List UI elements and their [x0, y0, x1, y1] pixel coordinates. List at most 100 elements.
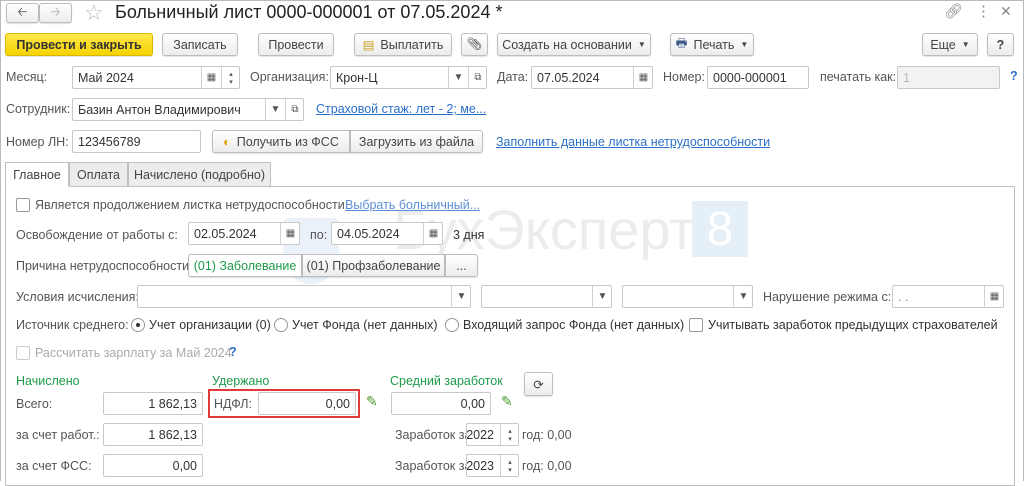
fill-sick-leave-link[interactable]: Заполнить данные листка нетрудоспособнос…	[496, 135, 770, 149]
dropdown-caret-icon: ▼	[740, 40, 749, 49]
insurance-record-link[interactable]: Страховой стаж: лет - 2; ме...	[316, 102, 486, 116]
reason-illness-button[interactable]: (01) Заболевание	[188, 254, 302, 277]
spin-stepper[interactable]: ▴ ▾	[500, 455, 518, 476]
year2-value: 2023	[466, 458, 494, 473]
conditions-field-2[interactable]: ▼	[481, 285, 612, 308]
ndfl-field[interactable]: 0,00	[258, 392, 356, 415]
load-from-file-button[interactable]: Загрузить из файла	[350, 130, 483, 153]
total-label: Всего:	[16, 397, 53, 411]
close-icon[interactable]: ✕	[1000, 3, 1012, 20]
date-to-field[interactable]: 04.05.2024 ▦	[331, 222, 443, 245]
conditions-field-1[interactable]: ▼	[137, 285, 471, 308]
calendar-icon[interactable]: ▦	[633, 67, 652, 88]
post-and-close-button[interactable]: Провести и закрыть	[5, 33, 153, 56]
edit-pencil-icon[interactable]: ✎	[501, 393, 513, 410]
spin-stepper[interactable]: ▴ ▾	[500, 424, 518, 445]
more-button[interactable]: Еще ▼	[922, 33, 978, 56]
fss-field[interactable]: 0,00	[103, 454, 203, 477]
violation-label: Нарушение режима с:	[763, 290, 892, 304]
dropdown-caret-icon[interactable]: ▼	[592, 286, 611, 307]
favorite-star-icon[interactable]: ☆	[84, 0, 104, 26]
org-value: Крон-Ц	[336, 70, 378, 85]
avg-earnings-field[interactable]: 0,00	[391, 392, 491, 415]
conditions-field-3[interactable]: ▼	[622, 285, 753, 308]
calendar-icon[interactable]: ▦	[423, 223, 442, 244]
month-field[interactable]: Май 2024 ▦ ▴ ▾	[72, 66, 240, 89]
open-icon[interactable]: ⧉	[285, 99, 303, 120]
tab-main[interactable]: Главное	[5, 162, 69, 187]
calendar-icon[interactable]: ▦	[984, 286, 1003, 307]
calendar-icon[interactable]: ▦	[280, 223, 299, 244]
year1-field[interactable]: 2022 ▴ ▾	[466, 423, 519, 446]
source-fund-radio[interactable]	[274, 318, 288, 332]
calendar-icon[interactable]: ▦	[201, 67, 221, 88]
year2-field[interactable]: 2023 ▴ ▾	[466, 454, 519, 477]
continuation-checkbox[interactable]	[16, 198, 30, 212]
pay-button[interactable]: ▤ Выплатить	[354, 33, 452, 56]
open-icon[interactable]: ⧉	[468, 67, 486, 88]
dropdown-caret-icon[interactable]: ▼	[733, 286, 752, 307]
date-from-field[interactable]: 02.05.2024 ▦	[188, 222, 300, 245]
back-button[interactable]: 🡠	[6, 3, 39, 23]
edit-pencil-icon[interactable]: ✎	[366, 393, 378, 410]
tab-payment[interactable]: Оплата	[69, 162, 128, 187]
employee-field[interactable]: Базин Антон Владимирович ▼ ⧉	[72, 98, 304, 121]
help-button[interactable]: ?	[987, 33, 1014, 56]
org-field[interactable]: Крон-Ц ▼ ⧉	[330, 66, 487, 89]
choose-sick-leave-link[interactable]: Выбрать больничный...	[345, 198, 480, 212]
attach-button[interactable]: 📎︎	[461, 33, 488, 56]
link-icon[interactable]: 🔗︎	[944, 2, 963, 20]
help-icon[interactable]: ?	[1010, 69, 1018, 83]
reason-more-button[interactable]: ...	[445, 254, 478, 277]
help-icon[interactable]: ?	[229, 345, 237, 359]
employer-label: за счет работ.:	[16, 428, 100, 442]
date-field[interactable]: 07.05.2024 ▦	[531, 66, 653, 89]
create-based-on-button[interactable]: Создать на основании ▼	[497, 33, 651, 56]
ln-label: Номер ЛН:	[6, 135, 69, 149]
print-as-label: печатать как:	[820, 70, 897, 84]
prev-insurers-checkbox[interactable]	[689, 318, 703, 332]
fss-label: за счет ФСС:	[16, 459, 92, 473]
source-org-radio[interactable]	[131, 318, 145, 332]
ln-field[interactable]: 123456789	[72, 130, 201, 153]
source-request-radio[interactable]	[445, 318, 459, 332]
create-based-label: Создать на основании	[502, 37, 632, 52]
save-button[interactable]: Записать	[162, 33, 238, 56]
date-value: 07.05.2024	[537, 70, 600, 85]
dropdown-caret-icon[interactable]: ▼	[448, 67, 468, 88]
date-from-value: 02.05.2024	[194, 226, 257, 241]
month-label: Месяц:	[6, 70, 48, 84]
forward-button[interactable]: 🡢	[39, 3, 72, 23]
earnings-year1-label: Заработок за	[395, 428, 472, 442]
source-fund-label: Учет Фонда (нет данных)	[292, 318, 438, 332]
arrow-right-icon: 🡢	[50, 4, 61, 19]
org-label: Организация:	[250, 70, 329, 84]
date-label: Дата:	[497, 70, 529, 84]
ndfl-label: НДФЛ:	[214, 397, 252, 411]
employer-field[interactable]: 1 862,13	[103, 423, 203, 446]
calc-salary-checkbox[interactable]	[16, 346, 30, 360]
violation-date-field[interactable]: . . ▦	[892, 285, 1004, 308]
year1-value: 2022	[466, 427, 494, 442]
reason-label: Причина нетрудоспособности:	[16, 259, 193, 273]
spin-stepper[interactable]: ▴ ▾	[221, 67, 239, 88]
refresh-button[interactable]: ⟳	[524, 372, 553, 396]
paperclip-icon: 📎︎	[466, 37, 483, 51]
more-vertical-icon[interactable]: ⋮	[976, 2, 991, 20]
employee-value: Базин Антон Владимирович	[78, 102, 241, 117]
post-button[interactable]: Провести	[258, 33, 334, 56]
printer-icon: 🖶︎	[675, 36, 688, 50]
dropdown-caret-icon[interactable]: ▼	[451, 286, 470, 307]
refresh-icon: ⟳	[533, 377, 544, 392]
continuation-label: Является продолжением листка нетрудоспос…	[35, 198, 349, 212]
pay-label: Выплатить	[380, 37, 444, 52]
reason-occupational-button[interactable]: (01) Профзаболевание	[302, 254, 445, 277]
tab-accrued-detail[interactable]: Начислено (подробно)	[128, 162, 271, 187]
number-field[interactable]: 0000-000001	[707, 66, 809, 89]
get-from-fss-button[interactable]: ◐ Получить из ФСС	[212, 130, 350, 153]
dropdown-caret-icon[interactable]: ▼	[265, 99, 285, 120]
total-field[interactable]: 1 862,13	[103, 392, 203, 415]
print-as-field[interactable]: 1	[897, 66, 1000, 89]
earnings-year2-label: Заработок за	[395, 459, 472, 473]
print-button[interactable]: 🖶︎ Печать ▼	[670, 33, 754, 56]
